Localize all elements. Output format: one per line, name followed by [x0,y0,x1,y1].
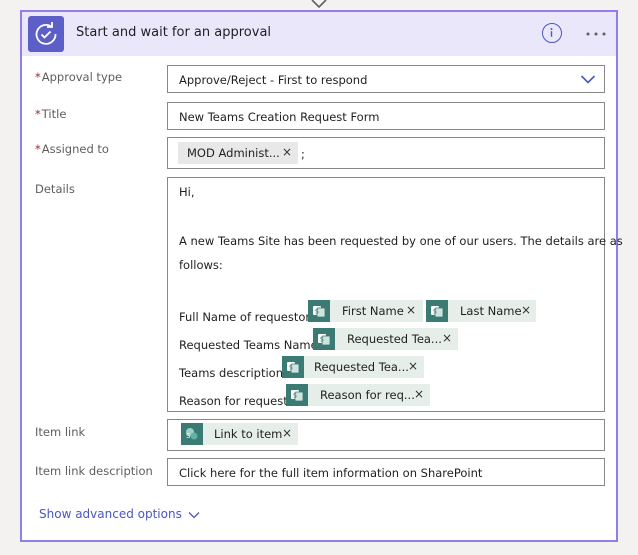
dynamic-content-token[interactable]: S Requested Tea... × [282,356,424,378]
assigned-to-label-text: Assigned to [41,142,109,156]
item-link-description-input[interactable]: Click here for the full item information… [167,458,605,486]
dynamic-content-token[interactable]: S Last Name × [426,300,536,322]
details-intro-line: follows: [179,258,223,272]
dynamic-content-token[interactable]: S First Name × [308,300,423,322]
svg-text:S: S [433,309,437,316]
sharepoint-icon: S [313,328,335,350]
svg-text:S: S [186,432,191,440]
required-marker: * [35,70,41,84]
required-marker: * [35,107,41,121]
action-card-header[interactable]: Start and wait for an approval [22,12,616,56]
assigned-to-input[interactable]: MOD Administ... × ; [167,137,605,169]
remove-token-icon[interactable]: × [406,303,416,317]
remove-token-icon[interactable]: × [442,331,452,345]
dynamic-token-label: Link to item [214,427,283,441]
title-label: *Title [35,107,66,121]
action-title[interactable]: Start and wait for an approval [76,25,271,40]
approval-type-label: *Approval type [35,70,122,84]
assigned-user-token-label: MOD Administ... [187,146,280,160]
assigned-separator: ; [301,147,305,161]
dynamic-content-token[interactable]: S Reason for req... × [286,384,430,406]
details-row-label: Reason for request: [179,394,292,408]
dynamic-token-label: Requested Tea... [347,332,442,346]
title-input[interactable]: New Teams Creation Request Form [167,102,605,130]
sharepoint-icon: S [282,356,304,378]
chevron-down-icon[interactable] [580,72,596,86]
dynamic-token-label: Last Name [460,304,522,318]
assigned-user-token[interactable]: MOD Administ... × [178,142,298,164]
assigned-to-label: *Assigned to [35,142,109,156]
approval-type-dropdown[interactable]: Approve/Reject - First to respond [167,65,605,93]
dynamic-token-label: First Name [342,304,404,318]
details-intro-line: A new Teams Site has been requested by o… [179,234,623,248]
title-label-text: Title [41,107,67,121]
remove-token-icon[interactable]: × [521,303,531,317]
details-row-label: Teams description: [179,366,287,380]
svg-text:S: S [289,365,293,372]
required-marker: * [35,142,41,156]
dynamic-content-token[interactable]: S Requested Tea... × [313,328,458,350]
connector-arrow-icon [311,0,327,9]
remove-token-icon[interactable]: × [414,387,424,401]
item-link-label: Item link [35,425,86,439]
details-row-label: Full Name of requestor: [179,310,314,324]
details-editor[interactable]: Hi, A new Teams Site has been requested … [167,177,623,412]
approval-icon [28,16,64,52]
info-icon[interactable] [542,23,562,43]
svg-text:S: S [315,309,319,316]
approval-action-card: Start and wait for an approval *Approval… [20,10,623,542]
chevron-down-icon [188,511,200,518]
details-row-label: Requested Teams Name: [179,338,322,352]
sharepoint-icon: S [426,300,448,322]
more-options-icon[interactable] [583,24,609,44]
approval-type-label-text: Approval type [41,70,123,84]
dynamic-content-token[interactable]: S Link to item × [181,423,298,445]
item-link-description-value: Click here for the full item information… [179,466,483,480]
title-value: New Teams Creation Request Form [179,110,380,124]
remove-token-icon[interactable]: × [282,145,292,159]
sharepoint-icon: S [286,384,308,406]
sharepoint-icon: S [308,300,330,322]
details-label: Details [35,182,75,196]
show-advanced-options-link[interactable]: Show advanced options [39,507,200,521]
remove-token-icon[interactable]: × [282,426,292,440]
details-greeting: Hi, [179,185,195,199]
show-advanced-options-label: Show advanced options [39,507,182,521]
item-link-input[interactable]: S Link to item × [167,419,605,451]
sharepoint-icon: S [181,423,203,445]
remove-token-icon[interactable]: × [408,359,418,373]
approval-type-value: Approve/Reject - First to respond [179,73,368,87]
dynamic-token-label: Reason for req... [320,388,415,402]
flow-designer-canvas: Start and wait for an approval *Approval… [0,0,638,555]
svg-text:S: S [320,337,324,344]
svg-text:S: S [293,393,297,400]
dynamic-token-label: Requested Tea... [314,360,409,374]
item-link-description-label: Item link description [35,464,153,478]
